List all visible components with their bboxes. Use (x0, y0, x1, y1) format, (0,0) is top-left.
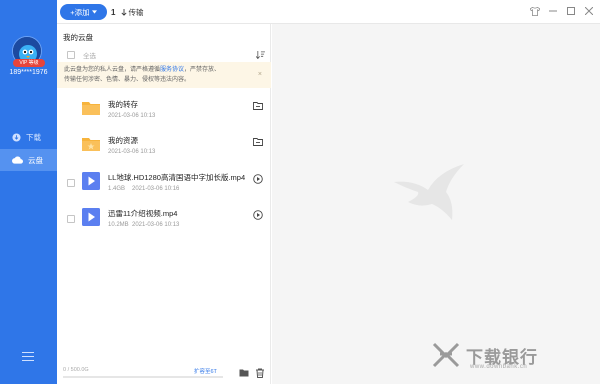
transfer-count: 1 (111, 7, 116, 17)
thunder-bird-logo-icon (394, 164, 464, 220)
sidebar-item-download[interactable]: 下载 (0, 126, 57, 148)
folder-icon (82, 102, 100, 115)
file-meta: 2021-03-06 10:13 (108, 149, 155, 155)
file-name: 我的转存 (108, 100, 138, 109)
select-all-row: 全选 (57, 48, 271, 62)
expand-storage-link[interactable]: 扩容至6T (194, 367, 217, 375)
add-button[interactable]: +添加 (60, 4, 107, 20)
close-notice-icon[interactable]: × (258, 70, 262, 80)
hamburger-menu-icon[interactable] (22, 352, 34, 362)
save-to-folder-icon[interactable] (253, 137, 263, 147)
save-to-folder-icon[interactable] (253, 101, 263, 111)
page-title: 我的云盘 (63, 33, 93, 42)
top-toolbar: +添加 1 传输 (57, 0, 600, 24)
trash-icon[interactable] (255, 368, 265, 378)
notice-text: ，严禁存放、 (184, 67, 221, 73)
file-name: LL地球.HD1280高清国语中字加长版.mp4 (108, 173, 246, 182)
file-date: 2021-03-06 10:13 (132, 222, 180, 228)
add-button-label: +添加 (70, 7, 90, 17)
preview-area: 下载银行 www.downbank.cn (272, 24, 600, 384)
file-meta: 1.4GB 2021-03-06 10:16 (108, 186, 179, 192)
user-id: 189****1976 (9, 69, 48, 76)
file-size: 10.2MB (108, 222, 129, 228)
video-file-icon (82, 208, 100, 226)
chevron-down-icon (91, 10, 97, 14)
watermark-logo-icon (432, 342, 460, 368)
file-checkbox[interactable] (67, 179, 75, 187)
sidebar-item-label: 云盘 (28, 155, 43, 165)
file-row[interactable]: LL地球.HD1280高清国语中字加长版.mp4 1.4GB 2021-03-06… (57, 166, 271, 200)
notice-line-2: 传输任何涉密、色情、暴力、侵权等违法内容。 (64, 77, 191, 83)
play-icon[interactable] (253, 174, 263, 184)
window-controls (530, 6, 594, 16)
download-icon (12, 132, 21, 142)
storage-usage: 0 / 500.0G (63, 367, 89, 373)
select-all-label: 全选 (83, 53, 96, 60)
new-folder-icon[interactable] (239, 368, 249, 378)
transfer-label: 传输 (128, 7, 144, 17)
service-agreement-link[interactable]: 服务协议 (160, 67, 184, 73)
skin-shirt-icon[interactable] (530, 6, 540, 16)
file-size: 1.4GB (108, 186, 126, 192)
select-all-checkbox[interactable] (67, 51, 75, 59)
file-row[interactable]: 迅雷11介绍视频.mp4 10.2MB 2021-03-06 10:13 (57, 202, 271, 236)
arrow-down-icon (121, 8, 127, 16)
file-panel: 我的云盘 全选 此云盘为您的私人云盘，请严格遵循服务协议，严禁存放、 传输任何涉… (57, 24, 271, 384)
transfer-tab[interactable]: 1 传输 (111, 4, 143, 20)
file-name: 迅雷11介绍视频.mp4 (108, 209, 178, 218)
sidebar: VIP 等级 189****1976 下载 云盘 (0, 0, 57, 384)
sort-icon[interactable] (256, 51, 265, 59)
file-date: 2021-03-06 10:16 (132, 186, 180, 192)
file-date: 2021-03-06 10:13 (108, 149, 156, 155)
storage-progress-bar (63, 376, 223, 378)
cloud-icon (12, 156, 23, 164)
video-file-icon (82, 172, 100, 190)
file-checkbox[interactable] (67, 215, 75, 223)
file-name: 我的资源 (108, 136, 138, 145)
sidebar-item-cloud[interactable]: 云盘 (0, 149, 57, 171)
folder-icon (82, 138, 100, 151)
notice-text: 此云盘为您的私人云盘，请严格遵循 (64, 67, 161, 73)
watermark-url: www.downbank.cn (470, 364, 528, 370)
maximize-icon[interactable] (566, 6, 576, 16)
sidebar-item-label: 下载 (26, 132, 41, 142)
file-meta: 2021-03-06 10:13 (108, 113, 155, 119)
close-icon[interactable] (584, 6, 594, 16)
notice-banner: 此云盘为您的私人云盘，请严格遵循服务协议，严禁存放、 传输任何涉密、色情、暴力、… (57, 62, 271, 88)
vip-badge[interactable]: VIP 等级 (13, 59, 45, 67)
minimize-icon[interactable] (548, 6, 558, 16)
notice-line-1: 此云盘为您的私人云盘，请严格遵循服务协议，严禁存放、 (64, 65, 253, 75)
file-row[interactable]: 我的资源 2021-03-06 10:13 (57, 129, 271, 163)
play-icon[interactable] (253, 210, 263, 220)
file-date: 2021-03-06 10:13 (108, 113, 156, 119)
file-meta: 10.2MB 2021-03-06 10:13 (108, 222, 179, 228)
file-row[interactable]: 我的转存 2021-03-06 10:13 (57, 93, 271, 127)
